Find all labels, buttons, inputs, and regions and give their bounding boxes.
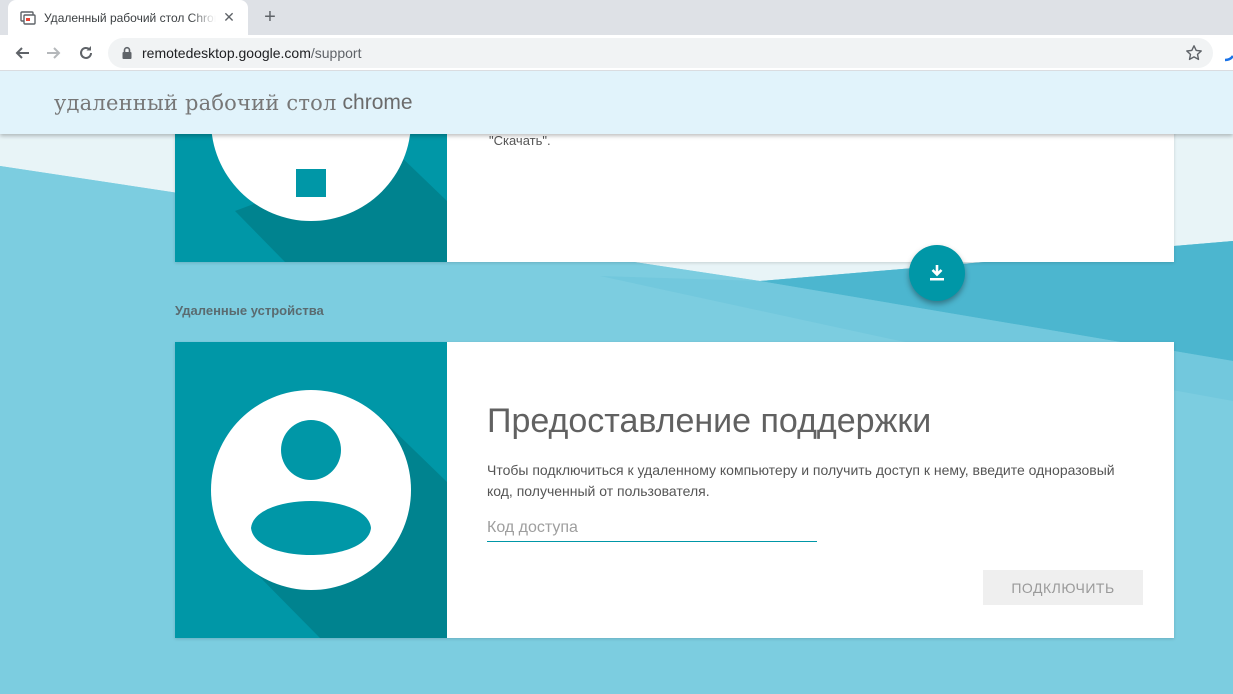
close-tab-icon[interactable]: ✕ (220, 9, 238, 27)
app-header: удаленный рабочий стол chrome (0, 71, 1233, 134)
page-content: удаленный рабочий стол chrome "Скачать".… (0, 71, 1233, 694)
app-logo-text[interactable]: удаленный рабочий стол (54, 91, 337, 115)
support-card-body: Предоставление поддержки Чтобы подключит… (447, 342, 1174, 638)
browser-tab[interactable]: Удаленный рабочий стол Chrome ✕ (8, 0, 248, 35)
download-instructions: "Скачать". (489, 133, 551, 148)
lock-icon (122, 46, 132, 59)
url-text: remotedesktop.google.com/support (142, 45, 361, 61)
address-bar[interactable]: remotedesktop.google.com/support (108, 38, 1213, 68)
access-code-input[interactable] (487, 514, 817, 542)
support-title: Предоставление поддержки (487, 402, 932, 440)
support-illustration (175, 342, 447, 638)
back-arrow-icon[interactable] (8, 39, 36, 67)
url-host: remotedesktop.google.com (142, 45, 311, 61)
forward-arrow-icon[interactable] (40, 39, 68, 67)
download-icon (930, 265, 944, 281)
person-avatar-icon (211, 390, 447, 638)
url-path: /support (310, 45, 362, 61)
bookmark-star-icon[interactable] (1185, 44, 1203, 62)
connect-button[interactable]: ПОДКЛЮЧИТЬ (983, 570, 1143, 605)
remote-desktop-favicon-icon (20, 10, 36, 25)
support-card: Предоставление поддержки Чтобы подключит… (175, 342, 1174, 638)
tab-title: Удаленный рабочий стол Chrome (44, 10, 216, 25)
download-button[interactable] (909, 245, 965, 301)
browser-tabstrip: Удаленный рабочий стол Chrome ✕ + (0, 0, 1233, 35)
extension-icon[interactable] (1222, 50, 1233, 62)
browser-toolbar: remotedesktop.google.com/support (0, 35, 1233, 71)
support-description: Чтобы подключиться к удаленному компьюте… (487, 462, 1115, 499)
section-heading-devices: Удаленные устройства (175, 303, 324, 318)
reload-icon[interactable] (72, 39, 100, 67)
new-tab-icon[interactable]: + (258, 5, 282, 29)
app-logo-chrome[interactable]: chrome (343, 91, 413, 115)
